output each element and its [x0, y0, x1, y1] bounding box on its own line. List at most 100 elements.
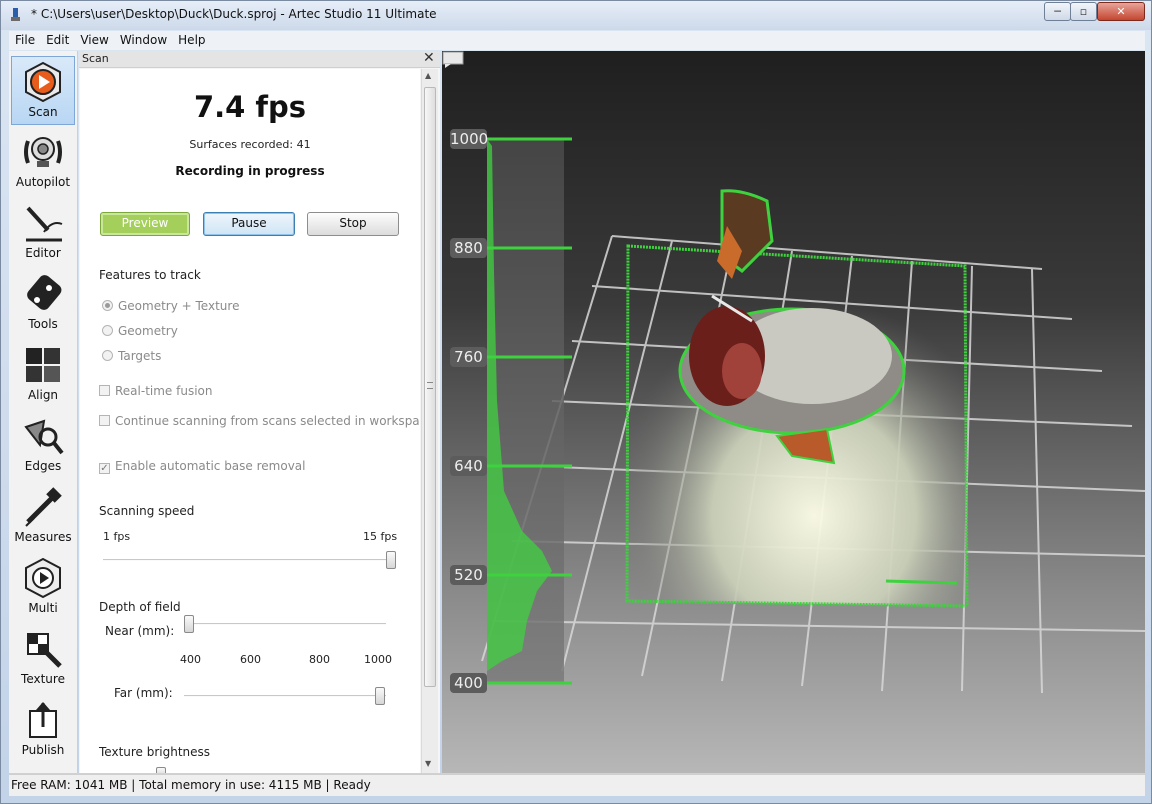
depth-tick: 800 [309, 653, 330, 666]
tool-label: Tools [28, 317, 58, 331]
menu-view[interactable]: View [74, 31, 113, 47]
depth-scale-bar [487, 137, 572, 685]
near-label: Near (mm): [105, 624, 175, 638]
tool-autopilot[interactable]: Autopilot [11, 127, 75, 196]
panel-scrollbar[interactable]: ▲ ▼ [421, 69, 438, 773]
minimize-button[interactable]: ─ [1044, 2, 1071, 21]
menu-window[interactable]: Window [114, 31, 172, 47]
pause-button[interactable]: Pause [203, 212, 295, 236]
menu-file[interactable]: File [9, 31, 40, 47]
speed-slider-track[interactable] [103, 559, 395, 561]
scroll-thumb[interactable] [424, 87, 436, 687]
tool-align[interactable]: Align [11, 340, 75, 409]
texture-icon [27, 633, 62, 668]
panel-body: 7.4 fps Surfaces recorded: 41 Recording … [80, 69, 420, 773]
tool-publish[interactable]: Publish [11, 695, 75, 764]
3d-viewport[interactable]: 1000 880 760 640 520 400 [442, 51, 1145, 773]
depth-label: 640 [450, 456, 487, 476]
scan-icon [25, 61, 61, 103]
brightness-slider-thumb[interactable] [156, 767, 166, 773]
menu-edit[interactable]: Edit [40, 31, 74, 47]
recording-status: Recording in progress [175, 164, 325, 178]
tool-scan[interactable]: Scan [11, 56, 75, 125]
checkbox-auto-base-removal[interactable]: ✓ Enable automatic base removal [99, 459, 305, 474]
radio-geometry[interactable]: Geometry [102, 324, 178, 338]
panel-title: Scan [82, 52, 109, 65]
scanning-speed-label: Scanning speed [99, 504, 195, 518]
view-panel-toggle-icon[interactable] [442, 51, 464, 69]
panel-close-button[interactable]: ✕ [423, 50, 435, 66]
publish-icon [29, 702, 57, 738]
texture-brightness-label: Texture brightness [99, 745, 211, 759]
scroll-down-arrow-icon[interactable]: ▼ [425, 759, 431, 768]
autopilot-icon [24, 137, 62, 167]
checkbox[interactable] [99, 415, 110, 426]
preview-button[interactable]: Preview [100, 212, 190, 236]
far-slider-thumb[interactable] [375, 687, 385, 705]
tool-edges[interactable]: Edges [11, 411, 75, 480]
speed-max-label: 15 fps [363, 530, 398, 543]
checkbox-label: Continue scanning from scans selected in… [115, 414, 420, 428]
depth-tick: 600 [240, 653, 261, 666]
near-slider-thumb[interactable] [184, 615, 194, 633]
multi-icon [25, 557, 61, 599]
scroll-up-arrow-icon[interactable]: ▲ [425, 71, 431, 80]
features-label: Features to track [99, 268, 201, 282]
radio-label: Targets [118, 349, 162, 363]
editor-icon [26, 206, 63, 242]
scan-panel: Scan ✕ 7.4 fps Surfaces recorded: 41 Rec… [79, 50, 440, 773]
tool-label: Editor [25, 246, 61, 260]
maximize-button[interactable]: ▫ [1070, 2, 1097, 21]
radio-button[interactable] [102, 350, 113, 361]
app-icon [11, 8, 20, 21]
radio-button[interactable] [102, 300, 113, 311]
menu-help[interactable]: Help [172, 31, 210, 47]
align-icon [26, 348, 60, 382]
tool-label: Measures [14, 530, 72, 544]
status-bar: Free RAM: 1041 MB | Total memory in use:… [9, 774, 1145, 796]
radio-button[interactable] [102, 325, 113, 336]
tool-label: Multi [28, 601, 58, 615]
checkbox-checked[interactable]: ✓ [99, 463, 110, 474]
depth-tick: 1000 [364, 653, 392, 666]
tools-icon [27, 275, 62, 310]
radio-label: Geometry + Texture [118, 299, 240, 313]
depth-label: 760 [450, 347, 487, 367]
checkbox-label: Enable automatic base removal [115, 459, 306, 473]
fps-readout: 7.4 fps [193, 90, 307, 124]
far-slider-track[interactable] [184, 695, 386, 697]
app-window: * C:\Users\user\Desktop\Duck\Duck.sproj … [0, 0, 1152, 804]
close-window-button[interactable]: ✕ [1097, 2, 1145, 21]
tool-measures[interactable]: Measures [11, 482, 75, 551]
depth-tick: 400 [180, 653, 201, 666]
tool-label: Texture [21, 672, 65, 686]
tool-label: Scan [28, 105, 58, 119]
speed-slider-thumb[interactable] [386, 551, 396, 569]
tool-editor[interactable]: Editor [11, 198, 75, 267]
edges-icon [24, 419, 64, 455]
radio-geometry-texture[interactable]: Geometry + Texture [102, 299, 239, 313]
panel-header: Scan ✕ [79, 50, 440, 68]
tool-label: Align [27, 388, 59, 402]
tool-texture[interactable]: Texture [11, 624, 75, 693]
tool-label: Autopilot [15, 175, 71, 189]
checkbox-continue-scanning[interactable]: Continue scanning from scans selected in… [99, 414, 420, 428]
tool-multi[interactable]: Multi [11, 553, 75, 622]
checkbox-realtime-fusion[interactable]: Real-time fusion [99, 384, 213, 398]
surfaces-recorded: Surfaces recorded: 41 [189, 138, 311, 151]
radio-targets[interactable]: Targets [102, 349, 161, 363]
speed-min-label: 1 fps [103, 530, 131, 543]
viewport-scene [481, 137, 1145, 694]
measures-icon [25, 487, 62, 527]
depth-label: 520 [450, 565, 487, 585]
title-bar: * C:\Users\user\Desktop\Duck\Duck.sproj … [1, 1, 1151, 30]
tool-label: Edges [24, 459, 62, 473]
tool-label: Publish [21, 743, 65, 757]
tool-strip: Scan Autopilot Editor Tools Align Edges … [9, 51, 78, 773]
stop-button[interactable]: Stop [307, 212, 399, 236]
near-slider-track[interactable] [184, 623, 386, 625]
depth-of-field-label: Depth of field [99, 600, 181, 614]
tool-tools[interactable]: Tools [11, 269, 75, 338]
checkbox[interactable] [99, 385, 110, 396]
status-text: Free RAM: 1041 MB | Total memory in use:… [11, 778, 371, 792]
